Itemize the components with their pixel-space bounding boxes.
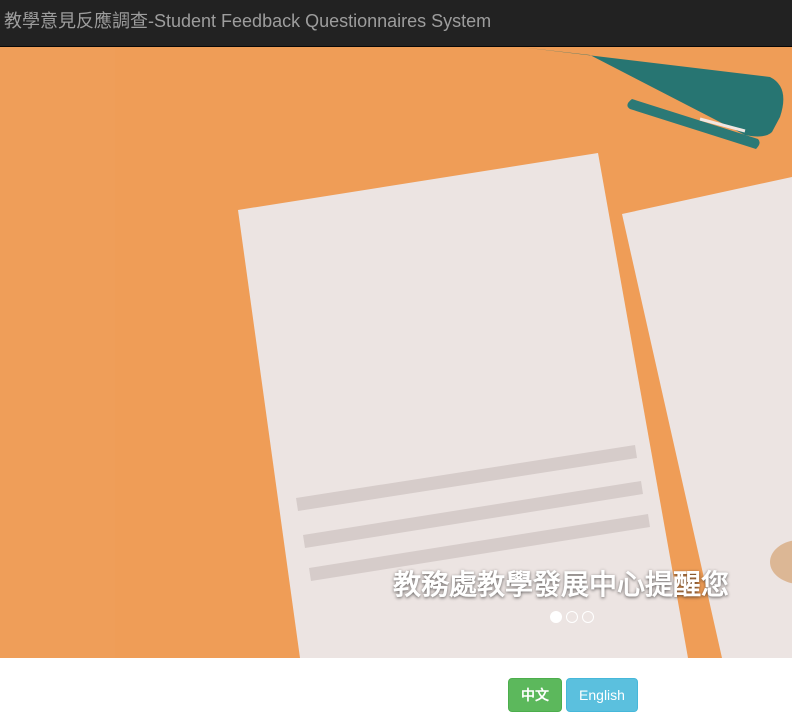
chinese-language-button[interactable]: 中文 [508,678,562,712]
hero-carousel[interactable]: 教務處教學發展中心提醒您 [0,47,792,658]
english-language-button[interactable]: English [566,678,638,712]
top-navbar: 教學意見反應調查-Student Feedback Questionnaires… [0,0,792,47]
carousel-indicators [550,611,594,623]
carousel-indicator-3[interactable] [582,611,594,623]
carousel-caption: 教務處教學發展中心提醒您 [393,569,730,600]
site-brand-link[interactable]: 教學意見反應調查-Student Feedback Questionnaires… [4,0,491,46]
language-switcher: 中文 English [508,678,638,712]
carousel-indicator-1[interactable] [550,611,562,623]
carousel-indicator-2[interactable] [566,611,578,623]
